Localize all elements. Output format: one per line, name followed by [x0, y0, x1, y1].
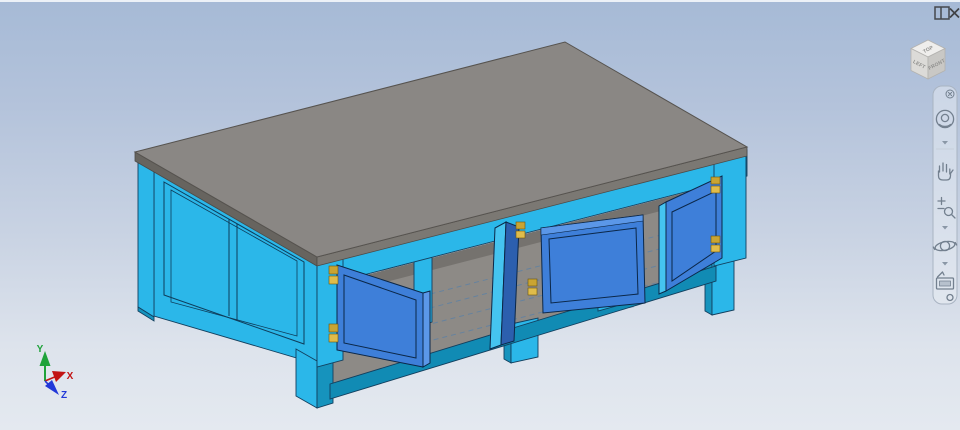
- door-d-edge: [658, 201, 667, 295]
- door-middle-left[interactable]: [489, 221, 520, 350]
- orientation-triad: Y X Z: [37, 344, 74, 401]
- close-window-button[interactable]: [949, 7, 960, 19]
- y-axis-label: Y: [37, 344, 44, 355]
- door-a-edge: [422, 290, 431, 368]
- split-view-button[interactable]: [934, 6, 950, 20]
- navigation-toolbar[interactable]: [932, 85, 958, 305]
- leg-rear-left: [137, 159, 155, 318]
- x-axis-arrow: [52, 371, 66, 382]
- door-middle-right[interactable]: [540, 214, 646, 314]
- viewcube[interactable]: TOP LEFT FRONT: [910, 39, 946, 80]
- cad-viewport[interactable]: TOP LEFT FRONT Y X Z: [0, 0, 960, 430]
- workbench-model[interactable]: [133, 41, 749, 409]
- window-controls[interactable]: [934, 6, 960, 20]
- x-axis-label: X: [67, 371, 74, 382]
- z-axis-label: Z: [61, 390, 67, 401]
